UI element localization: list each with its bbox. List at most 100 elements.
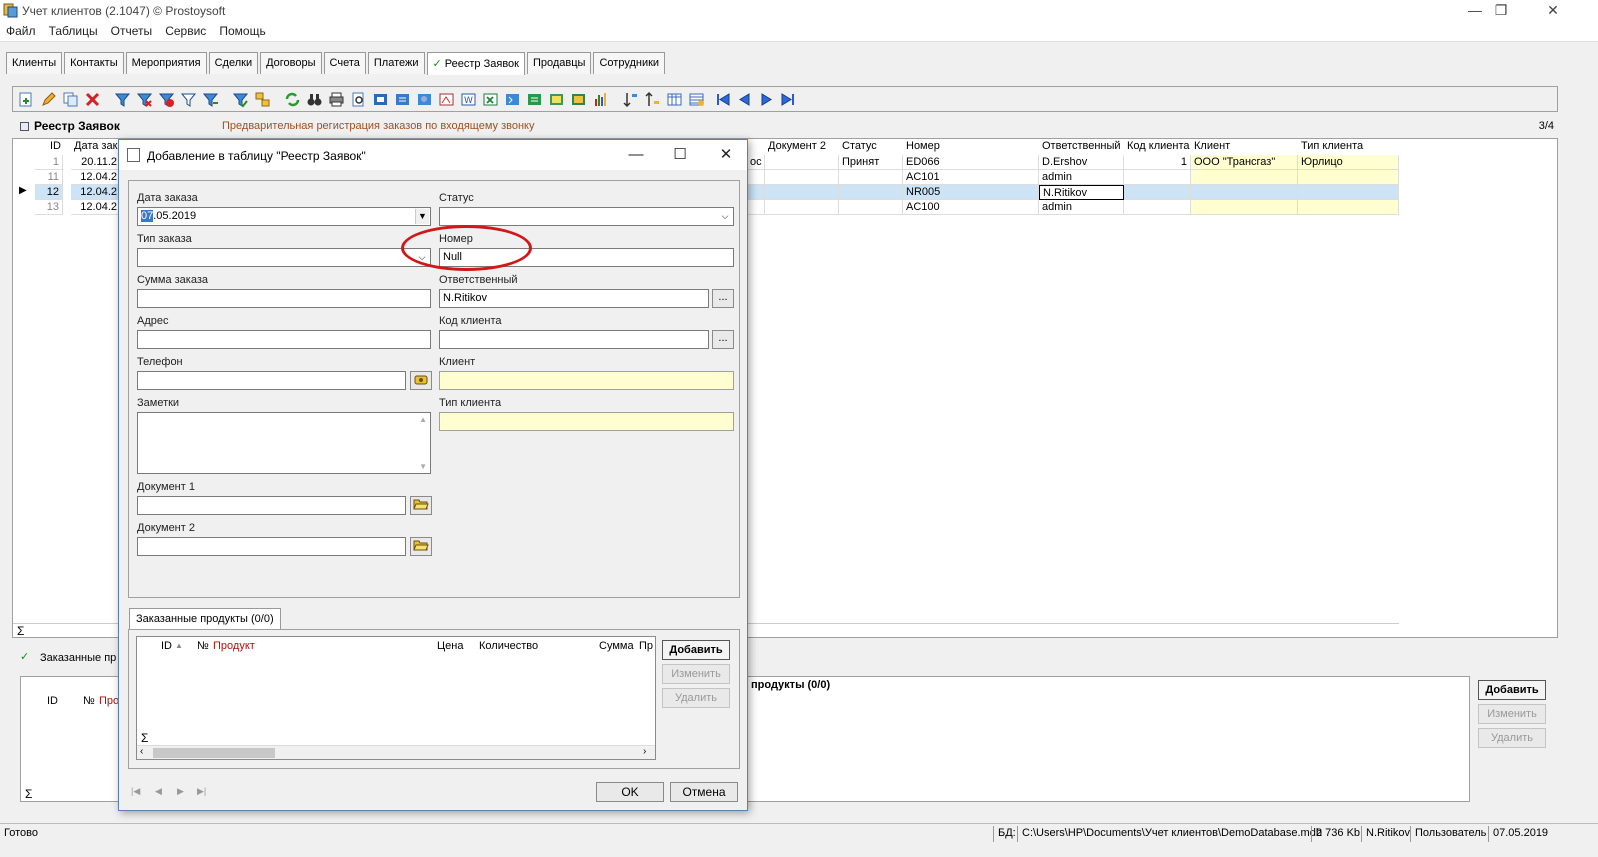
next-record-icon[interactable]: ▶: [177, 786, 184, 797]
doc2-field[interactable]: [137, 537, 406, 556]
dialog-minimize-button[interactable]: —: [621, 144, 651, 166]
print-preview-icon[interactable]: [350, 91, 367, 108]
cell-date[interactable]: 20.11.2: [71, 155, 121, 170]
col-header-price[interactable]: Цена: [437, 640, 463, 652]
ok-button[interactable]: OK: [596, 782, 664, 802]
first-record-icon[interactable]: |◀: [131, 786, 140, 797]
first-record-icon[interactable]: [714, 91, 731, 108]
last-record-icon[interactable]: [780, 91, 797, 108]
col-header-client[interactable]: Клиент: [1191, 139, 1233, 154]
cell-doc2[interactable]: [765, 200, 839, 215]
cancel-button[interactable]: Отмена: [670, 782, 738, 802]
notes-textarea[interactable]: ▲ ▼: [137, 412, 431, 474]
delete-record-icon[interactable]: [84, 91, 101, 108]
cell-client[interactable]: [1191, 185, 1298, 200]
tab-events[interactable]: Мероприятия: [125, 52, 207, 74]
col-header-client-code[interactable]: Код клиента: [1124, 139, 1192, 154]
cell-doc[interactable]: [747, 170, 765, 185]
dialog-edit-product-button[interactable]: Изменить: [662, 664, 730, 684]
filter-icon[interactable]: [114, 91, 131, 108]
responsible-browse-button[interactable]: ...: [712, 289, 734, 308]
edit-button[interactable]: Изменить: [1478, 704, 1546, 724]
group-icon[interactable]: [254, 91, 271, 108]
scroll-left-icon[interactable]: ‹: [140, 746, 143, 757]
edit-pencil-icon[interactable]: [40, 91, 57, 108]
col-header-id[interactable]: ID: [47, 139, 64, 154]
cell-client-type[interactable]: Юрлицо: [1298, 155, 1399, 170]
order-type-select[interactable]: ⌵: [137, 248, 431, 267]
dialog-products-grid[interactable]: ID ▲ № Продукт Цена Количество Сумма Пр …: [136, 636, 656, 760]
col-header-sum[interactable]: Сумма: [599, 640, 634, 652]
chart-icon[interactable]: [592, 91, 609, 108]
col-header-product[interactable]: Про: [99, 695, 119, 707]
refresh-icon[interactable]: [284, 91, 301, 108]
scroll-down-icon[interactable]: ▼: [419, 462, 427, 471]
menu-help[interactable]: Помощь: [213, 22, 269, 38]
export-image-icon[interactable]: [570, 91, 587, 108]
cell-client-code[interactable]: [1124, 185, 1191, 200]
horizontal-scrollbar[interactable]: ‹ ›: [137, 745, 655, 759]
cell-number[interactable]: AC101: [903, 170, 1039, 185]
menu-tables[interactable]: Таблицы: [43, 22, 102, 38]
settings-grid-icon[interactable]: [688, 91, 705, 108]
scroll-thumb[interactable]: [153, 748, 275, 758]
filter-clear-icon[interactable]: [158, 91, 175, 108]
dialog-maximize-button[interactable]: ☐: [665, 144, 695, 166]
cell-responsible[interactable]: admin: [1039, 200, 1124, 215]
cell-doc2[interactable]: [765, 155, 839, 170]
cell-date[interactable]: 12.04.2: [71, 200, 121, 215]
tab-payments[interactable]: Платежи: [367, 52, 425, 74]
cell-id[interactable]: 1: [35, 155, 63, 170]
sort-icon[interactable]: [622, 91, 639, 108]
export-text-icon[interactable]: [548, 91, 565, 108]
filter-remove-icon[interactable]: [136, 91, 153, 108]
cell-client-code[interactable]: [1124, 170, 1191, 185]
phone-field[interactable]: [137, 371, 406, 390]
menu-service[interactable]: Сервис: [159, 22, 210, 38]
copy-record-icon[interactable]: [62, 91, 79, 108]
restore-button[interactable]: ❐: [1478, 0, 1524, 22]
next-record-icon[interactable]: [758, 91, 775, 108]
tab-order-registry[interactable]: ✓ Реестр Заявок: [426, 52, 525, 75]
cell-client[interactable]: [1191, 200, 1298, 215]
filter-apply-icon[interactable]: [232, 91, 249, 108]
cell-doc[interactable]: ос: [747, 155, 765, 170]
cell-status[interactable]: [839, 185, 903, 200]
order-date-field[interactable]: 07.05.2019 ▼: [137, 207, 431, 226]
cell-client-code[interactable]: 1: [1124, 155, 1191, 170]
export-pdf-icon[interactable]: [438, 91, 455, 108]
scroll-right-icon[interactable]: ›: [643, 746, 646, 757]
find-binoculars-icon[interactable]: [306, 91, 323, 108]
address-field[interactable]: [137, 330, 431, 349]
filter-edit-icon[interactable]: [180, 91, 197, 108]
export-html-icon[interactable]: [416, 91, 433, 108]
dialog-delete-product-button[interactable]: Удалить: [662, 688, 730, 708]
export-xml-icon[interactable]: [504, 91, 521, 108]
col-header-id[interactable]: ID: [47, 695, 58, 707]
cell-doc2[interactable]: [765, 170, 839, 185]
menu-reports[interactable]: Отчеты: [105, 22, 156, 38]
add-button[interactable]: Добавить: [1478, 680, 1546, 700]
cell-date[interactable]: 12.04.2: [71, 170, 121, 185]
col-header-num[interactable]: №: [197, 640, 209, 652]
export-doc-icon[interactable]: [394, 91, 411, 108]
add-record-icon[interactable]: [18, 91, 35, 108]
cell-client-type[interactable]: [1298, 200, 1399, 215]
cell-id[interactable]: 13: [35, 200, 63, 215]
tab-invoices[interactable]: Счета: [323, 52, 366, 74]
tab-clients[interactable]: Клиенты: [6, 52, 63, 74]
cell-id[interactable]: 12: [35, 185, 63, 200]
status-select[interactable]: ⌵: [439, 207, 734, 226]
last-record-icon[interactable]: ▶|: [197, 786, 206, 797]
tab-employees[interactable]: Сотрудники: [593, 52, 666, 74]
export-word-icon[interactable]: W: [460, 91, 477, 108]
cell-client-type[interactable]: [1298, 185, 1399, 200]
doc1-field[interactable]: [137, 496, 406, 515]
responsible-field[interactable]: N.Ritikov: [439, 289, 709, 308]
cell-doc[interactable]: [747, 200, 765, 215]
print-icon[interactable]: [328, 91, 345, 108]
cell-number[interactable]: AC100: [903, 200, 1039, 215]
delete-button[interactable]: Удалить: [1478, 728, 1546, 748]
col-header-id[interactable]: ID: [161, 640, 172, 652]
cell-date[interactable]: 12.04.2: [71, 185, 121, 200]
